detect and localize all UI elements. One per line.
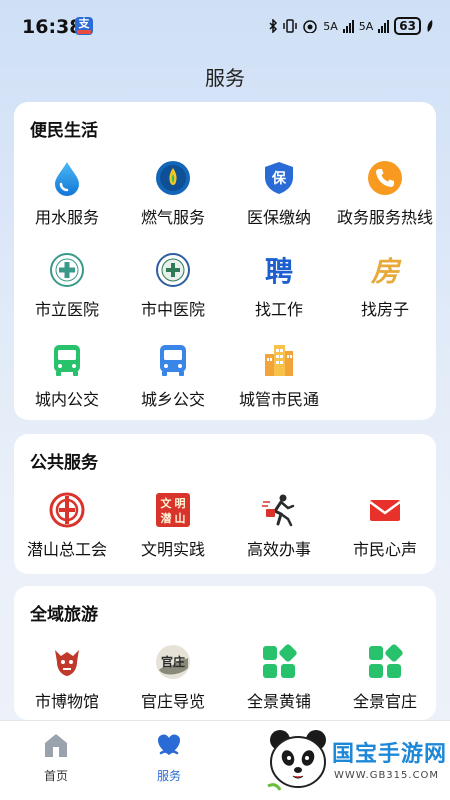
medical-insurance-shield-icon: 保: [265, 162, 293, 194]
city-bus-icon: [54, 345, 80, 376]
signal-icon: [342, 19, 354, 33]
tcm-hospital-logo-icon: [156, 253, 190, 287]
service-label: 城乡公交: [140, 390, 205, 409]
bluetooth-icon: [269, 19, 278, 33]
service-label: 全景官庄: [352, 692, 417, 711]
wifi-icon: [303, 20, 317, 33]
nav-home[interactable]: 首页: [26, 731, 86, 784]
vibrate-icon: [283, 19, 297, 33]
service-label: 文明实践: [140, 540, 205, 559]
service-label: 全景黄铺: [246, 692, 311, 711]
service-label: 市中医院: [140, 300, 205, 319]
nav-label: 首页: [43, 769, 68, 783]
leaf-icon: [427, 20, 433, 32]
civilization-practice-icon: 文明潜山: [156, 493, 190, 527]
section-card-public: 公共服务 潜山总工会 文明潜山 文明实践 高效办事 市民心声: [14, 434, 436, 574]
watermark-url: WWW.GB315.COM: [334, 770, 440, 781]
section-card-convenience: 便民生活 用水服务 燃气服务 保 医保缴纳 政务服务热线 市立医院 市中医院 聘…: [14, 102, 436, 420]
svg-text:聘: 聘: [265, 255, 293, 288]
svg-text:明: 明: [175, 497, 186, 510]
battery-indicator: 63: [394, 17, 421, 35]
service-label: 潜山总工会: [26, 540, 107, 559]
svg-text:文: 文: [161, 496, 173, 510]
service-label: 政务服务热线: [336, 208, 433, 227]
section-title: 便民生活: [30, 121, 98, 141]
service-label: 高效办事: [246, 540, 311, 559]
phone-hotline-icon: [368, 161, 402, 195]
svg-text:潜: 潜: [161, 511, 173, 525]
rural-bus-icon: [160, 345, 186, 376]
service-label: 官庄导览: [140, 692, 205, 711]
service-label: 用水服务: [34, 208, 99, 227]
museum-logo-icon: [55, 650, 79, 676]
trade-union-logo-icon: [49, 492, 85, 528]
gas-flame-icon: [156, 161, 190, 195]
panda-logo-icon: [267, 730, 326, 791]
envelope-icon: [369, 500, 401, 521]
service-label: 市博物馆: [34, 692, 99, 711]
service-label: 城内公交: [34, 390, 99, 409]
page-title: 服务: [205, 66, 245, 90]
status-indicators: 5A 5A 63: [268, 17, 434, 35]
city-buildings-icon: [265, 345, 293, 376]
nav-service[interactable]: 服务: [139, 731, 199, 784]
running-man-icon: [262, 494, 295, 527]
svg-text:山: 山: [175, 511, 186, 525]
section-card-tourism: 全域旅游 市博物馆 官庄 官庄导览 全景黄铺 全景官庄: [14, 586, 436, 720]
alipay-notification-icon: 支: [75, 17, 93, 35]
service-label: 找房子: [360, 300, 409, 319]
svg-text:官庄: 官庄: [161, 654, 185, 669]
service-label: 找工作: [254, 300, 303, 319]
job-icon: 聘: [265, 255, 293, 288]
grid-apps-icon: [369, 644, 403, 678]
house-icon: 房: [370, 255, 402, 288]
signal-icon: [378, 19, 390, 33]
guanzhuang-logo-icon: 官庄: [156, 645, 190, 679]
status-time: 16:38: [22, 16, 83, 38]
watermark: 国宝手游网 WWW.GB315.COM: [262, 722, 450, 800]
network-type-2: 5A: [358, 19, 374, 33]
service-label: 燃气服务: [140, 208, 205, 227]
city-hospital-logo-icon: [50, 253, 84, 287]
watermark-text: 国宝手游网: [332, 742, 448, 767]
service-heart-icon: [158, 734, 180, 755]
water-drop-icon: [55, 162, 79, 196]
section-title: 公共服务: [30, 453, 98, 473]
home-icon: [45, 734, 67, 757]
svg-text:保: 保: [271, 170, 287, 187]
svg-text:房: 房: [370, 255, 402, 288]
section-title: 全域旅游: [30, 605, 98, 625]
service-label: 市民心声: [352, 540, 417, 559]
status-bar: 16:38 支 5A 5A 63: [0, 0, 450, 52]
service-label: 城管市民通: [238, 390, 319, 409]
nav-label: 服务: [156, 769, 181, 783]
network-type-1: 5A: [323, 19, 338, 33]
grid-apps-icon: [263, 644, 297, 678]
service-label: 医保缴纳: [246, 208, 311, 227]
service-label: 市立医院: [34, 300, 99, 319]
